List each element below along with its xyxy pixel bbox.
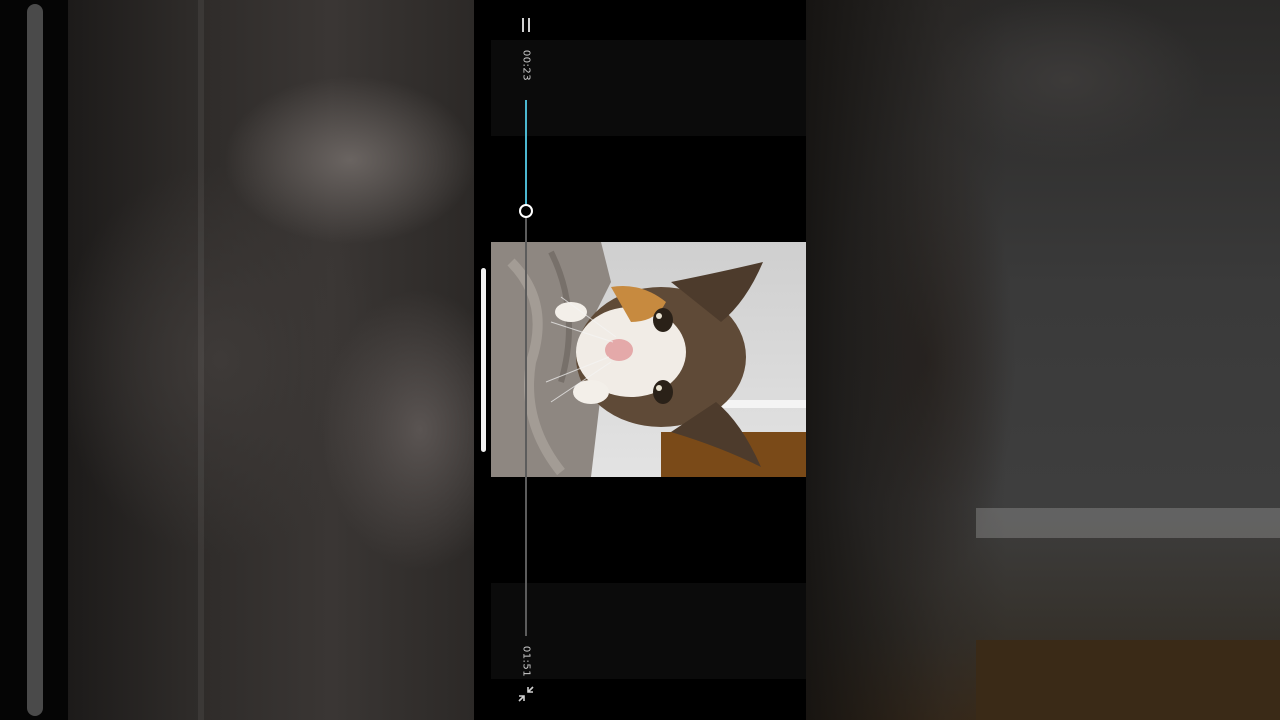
player-top-band [491,40,806,136]
video-frame[interactable] [491,242,806,477]
cat-video-image [491,242,806,477]
drag-handle[interactable] [481,268,486,452]
total-duration: 01:51 [520,645,532,678]
seek-thumb[interactable] [519,204,533,218]
blurred-background-left [0,0,474,720]
background-cat-silhouette [806,0,1006,720]
background-wall-line [976,508,1280,538]
exit-fullscreen-icon[interactable] [518,686,534,702]
seek-bar[interactable] [525,100,527,636]
player-bottom-band [491,583,806,679]
blurred-background-right [806,0,1280,720]
seek-bar-progress [525,100,527,211]
video-player[interactable]: 00:23 01:51 [474,0,806,720]
pause-icon[interactable] [519,18,533,32]
background-floor [976,640,1280,720]
background-divider [198,0,204,720]
current-time: 00:23 [520,49,532,82]
background-scroll-pill [27,4,43,716]
